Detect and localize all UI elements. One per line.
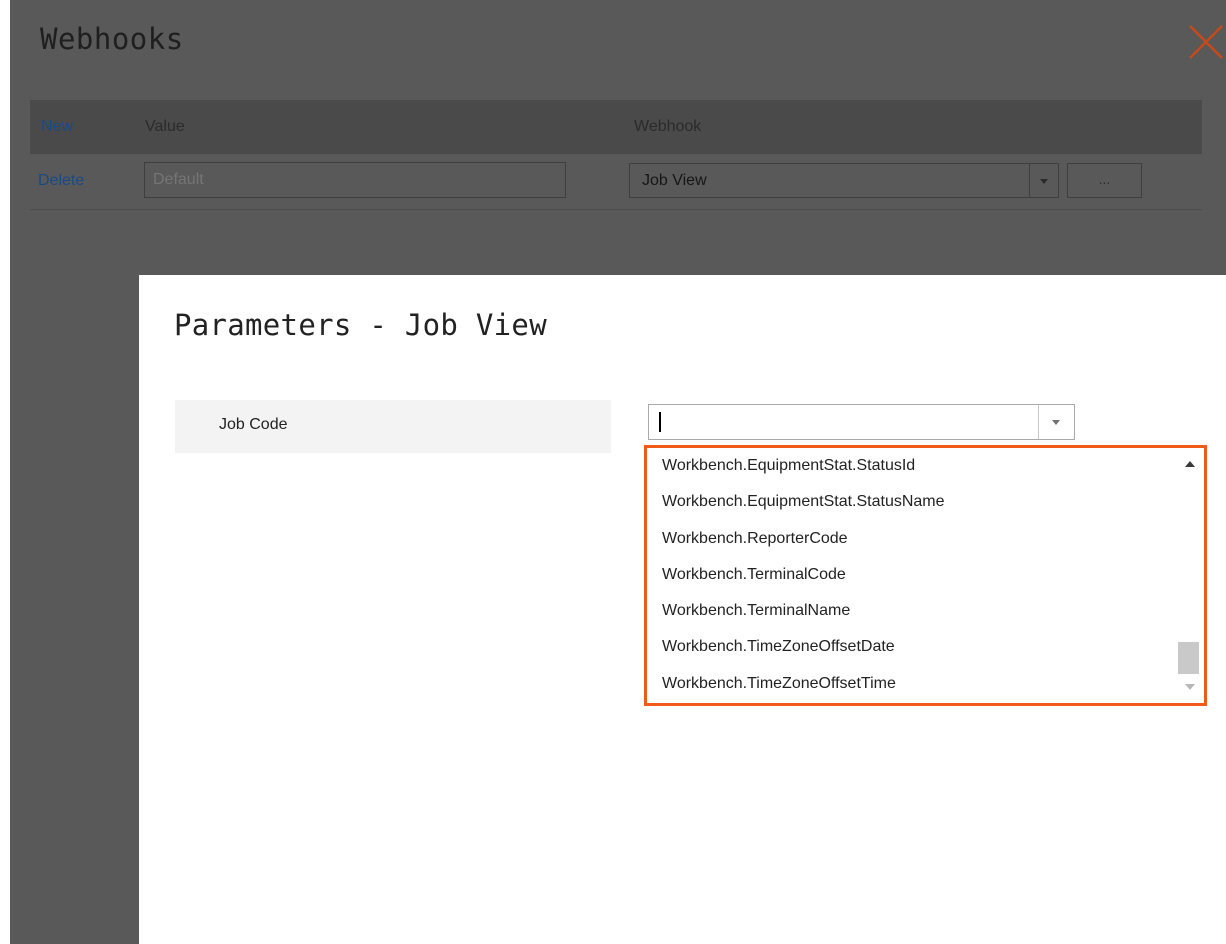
dropdown-options: Workbench.EquipmentStat.StatusId Workbenc…	[647, 448, 1175, 703]
dropdown-option[interactable]: Workbench.TimeZoneOffsetDate	[647, 629, 1175, 665]
triangle-down-icon[interactable]	[1184, 682, 1196, 692]
webhook-column-header: Webhook	[634, 118, 702, 135]
value-input[interactable]	[144, 162, 566, 198]
dropdown-option[interactable]: Workbench.EquipmentStat.StatusId	[647, 448, 1175, 484]
job-code-label-cell: Job Code	[175, 400, 611, 453]
dropdown-option[interactable]: Workbench.EquipmentStat.StatusName	[647, 484, 1175, 520]
webhook-select[interactable]: Job View	[629, 163, 1059, 198]
triangle-down-icon	[1052, 420, 1060, 425]
left-edge	[0, 0, 10, 944]
job-code-label: Job Code	[219, 416, 288, 433]
delete-link[interactable]: Delete	[38, 172, 84, 190]
job-code-dropdown-list[interactable]: Workbench.EquipmentStat.StatusId Workbenc…	[644, 445, 1207, 706]
webhooks-title: Webhooks	[40, 22, 184, 56]
webhook-more-button[interactable]: ...	[1067, 163, 1142, 198]
webhook-select-arrow[interactable]	[1029, 164, 1058, 197]
triangle-down-icon	[1040, 179, 1048, 184]
job-code-dropdown-button[interactable]	[1038, 405, 1074, 439]
dropdown-option[interactable]: Workbench.TerminalName	[647, 593, 1175, 629]
dropdown-scrollbar[interactable]	[1175, 448, 1204, 703]
row-divider	[30, 209, 1202, 210]
value-column-header: Value	[145, 118, 185, 135]
triangle-up-icon[interactable]	[1184, 459, 1196, 469]
new-link[interactable]: New	[41, 118, 73, 136]
webhook-select-value: Job View	[642, 172, 707, 189]
scrollbar-thumb[interactable]	[1178, 642, 1199, 674]
dropdown-option[interactable]: Workbench.TimeZoneOffsetTime	[647, 666, 1175, 702]
parameters-dialog-title: Parameters - Job View	[174, 308, 547, 342]
job-code-combobox[interactable]	[648, 404, 1075, 440]
webhooks-table-header: New Value Webhook	[30, 100, 1202, 154]
dropdown-option[interactable]: Workbench.ReporterCode	[647, 521, 1175, 557]
text-caret	[659, 412, 661, 432]
close-icon[interactable]	[1186, 22, 1226, 62]
dropdown-option[interactable]: Workbench.TerminalCode	[647, 557, 1175, 593]
